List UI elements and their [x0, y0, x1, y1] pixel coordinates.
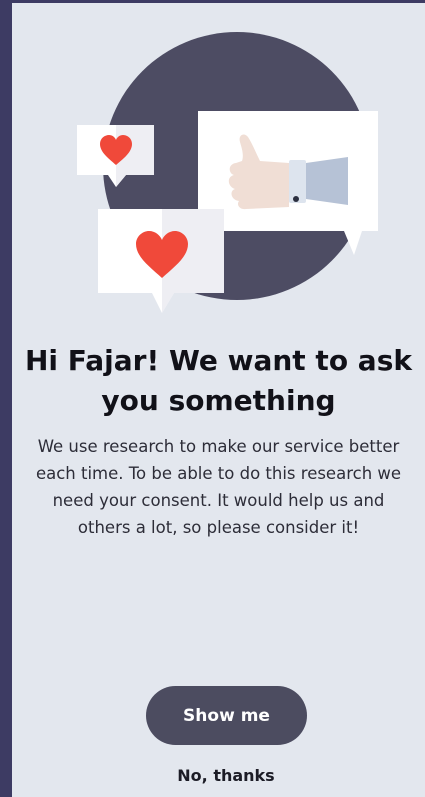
page-title: Hi Fajar! We want to ask you something: [25, 344, 412, 417]
consent-illustration: [77, 32, 378, 313]
consent-description: We use research to make our service bett…: [35, 437, 402, 537]
show-me-button[interactable]: Show me: [146, 686, 307, 745]
no-thanks-button[interactable]: No, thanks: [126, 761, 326, 789]
consent-screen: Hi Fajar! We want to ask you something We…: [12, 3, 425, 797]
large-heart-bubble: [98, 209, 224, 313]
